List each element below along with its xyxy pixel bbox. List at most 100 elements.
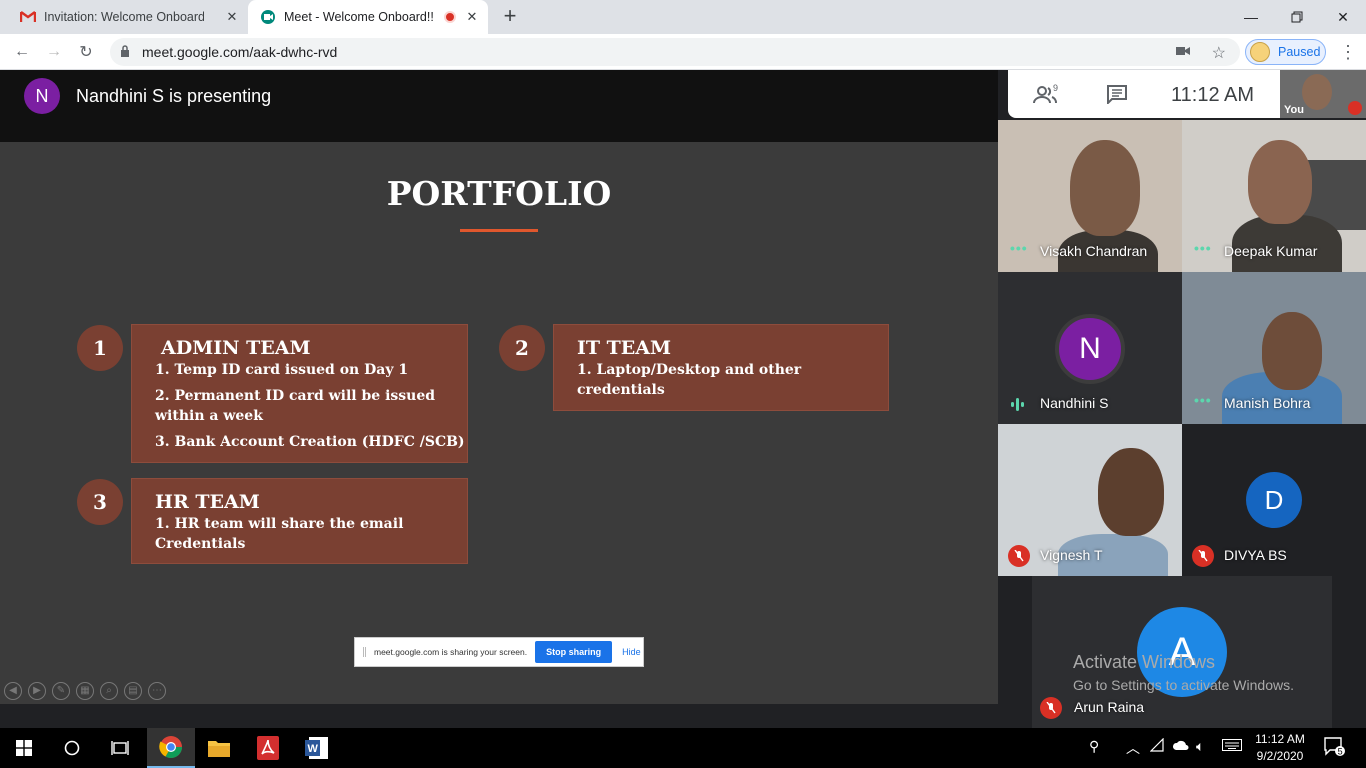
taskbar-time: 11:12 AM [1255, 732, 1305, 746]
notification-count: 5 [1338, 747, 1343, 757]
pen-icon[interactable]: ✎ [52, 682, 70, 700]
windows-start-icon[interactable] [0, 728, 48, 768]
zoom-icon[interactable]: ⌕ [100, 682, 118, 700]
chat-icon[interactable] [1106, 84, 1128, 104]
gmail-icon [20, 9, 36, 25]
it-team-box: IT TEAM 1. Laptop/Desktop and other cred… [553, 324, 889, 411]
self-label: You [1284, 104, 1304, 116]
meeting-clock: 11:12 AM [1171, 84, 1255, 106]
onedrive-icon[interactable] [1172, 738, 1190, 754]
presenter-bar: N Nandhini S is presenting [0, 70, 998, 142]
mic-off-icon [1348, 101, 1362, 115]
active-indicator-icon: ••• [1194, 392, 1212, 408]
next-slide-icon[interactable]: ▶ [28, 682, 46, 700]
section-number: 2 [499, 325, 545, 371]
section-item: 1. Laptop/Desktop and other [577, 362, 802, 378]
word-icon[interactable]: W [293, 728, 341, 768]
self-video [1302, 74, 1332, 110]
tab-gmail[interactable]: Invitation: Welcome Onboard!!! @ ✕ [8, 0, 248, 34]
camera-icon[interactable] [1176, 45, 1190, 57]
section-item: within a week [155, 408, 263, 424]
participant-name: Nandhini S [1040, 395, 1109, 411]
section-item: credentials [577, 382, 665, 398]
self-view-tile[interactable]: You [1280, 70, 1366, 118]
close-tab-icon[interactable]: ✕ [464, 9, 480, 25]
task-view-icon[interactable] [96, 728, 144, 768]
section-number: 3 [77, 479, 123, 525]
browser-toolbar: ← → ↻ meet.google.com/aak-dwhc-rvd ☆ Pau… [0, 34, 1366, 70]
acrobat-icon[interactable] [244, 728, 292, 768]
participant-video [1098, 448, 1164, 536]
tab-meet[interactable]: Meet - Welcome Onboard!!! ✕ [248, 0, 488, 34]
participant-name: Deepak Kumar [1224, 243, 1318, 259]
participant-avatar: N [1055, 314, 1125, 384]
participant-name: Arun Raina [1074, 699, 1145, 715]
section-item: 1. Temp ID card issued on Day 1 [155, 362, 409, 378]
participant-tile[interactable]: Vignesh T [998, 424, 1182, 576]
file-explorer-icon[interactable] [195, 728, 243, 768]
close-tab-icon[interactable]: ✕ [224, 9, 240, 25]
screen-share-bar: meet.google.com is sharing your screen. … [354, 637, 644, 667]
active-indicator-icon: ••• [1010, 240, 1028, 256]
profile-button[interactable]: Paused [1245, 39, 1326, 65]
share-message: meet.google.com is sharing your screen. [374, 647, 528, 657]
new-tab-button[interactable]: + [498, 5, 522, 29]
section-number: 1 [77, 325, 123, 371]
back-icon[interactable]: ← [10, 40, 34, 64]
forward-icon[interactable]: → [42, 40, 66, 64]
tab-title: Invitation: Welcome Onboard!!! @ [44, 10, 204, 24]
network-icon[interactable] [1149, 737, 1164, 755]
people-icon[interactable]: 9 [1032, 83, 1060, 105]
mic-off-icon [1008, 545, 1030, 567]
more-options-icon[interactable]: ⋯ [148, 682, 166, 700]
participant-name: Vignesh T [1040, 547, 1103, 563]
activate-windows-subtitle: Go to Settings to activate Windows. [1073, 677, 1294, 693]
section-heading: HR TEAM [155, 491, 260, 513]
restore-button[interactable] [1274, 0, 1320, 34]
reload-icon[interactable]: ↻ [74, 40, 98, 64]
previous-slide-icon[interactable]: ◀ [4, 682, 22, 700]
section-heading: IT TEAM [577, 337, 672, 359]
slide-title: PORTFOLIO [386, 174, 612, 213]
slides-grid-icon[interactable]: ▦ [76, 682, 94, 700]
hr-team-box: HR TEAM 1. HR team will share the email … [131, 478, 468, 564]
menu-icon[interactable]: ⋮ [1338, 42, 1358, 62]
hide-link[interactable]: Hide [622, 647, 641, 657]
svg-text:W: W [308, 743, 319, 755]
subtitles-icon[interactable]: ▤ [124, 682, 142, 700]
url-text: meet.google.com/aak-dwhc-rvd [142, 44, 338, 60]
taskbar-clock[interactable]: 11:12 AM 9/2/2020 [1248, 731, 1312, 765]
profile-status: Paused [1278, 45, 1321, 59]
participant-tile[interactable]: ••• Manish Bohra [1182, 272, 1366, 424]
participant-tile[interactable]: N Nandhini S [998, 272, 1182, 424]
volume-icon[interactable]: 🔈︎ [1196, 738, 1204, 755]
avatar [1250, 42, 1270, 62]
stop-sharing-button[interactable]: Stop sharing [535, 641, 613, 663]
tab-title: Meet - Welcome Onboard!!! [284, 10, 434, 24]
active-indicator-icon: ••• [1194, 240, 1212, 256]
mic-off-icon [1192, 545, 1214, 567]
participant-tile[interactable]: D DIVYA BS [1182, 424, 1366, 576]
recording-icon [444, 11, 456, 23]
bookmark-star-icon[interactable]: ☆ [1212, 43, 1226, 63]
notification-center-icon[interactable]: 5 [1324, 737, 1346, 760]
shared-slide: PORTFOLIO 1 ADMIN TEAM 1. Temp ID card i… [0, 142, 998, 704]
participant-name: DIVYA BS [1224, 547, 1287, 563]
participant-name: Visakh Chandran [1040, 243, 1148, 259]
section-item: 1. HR team will share the email [155, 516, 404, 532]
search-icon[interactable] [48, 728, 96, 768]
presenter-avatar: N [24, 78, 60, 114]
chrome-icon[interactable] [147, 728, 195, 768]
participant-tile[interactable]: ••• Visakh Chandran [998, 120, 1182, 272]
keyboard-icon[interactable] [1222, 738, 1242, 754]
people-tray-icon[interactable]: ⚲ [1089, 738, 1099, 755]
people-count: 9 [1053, 83, 1058, 93]
participant-video [1262, 312, 1322, 390]
minimize-button[interactable]: — [1228, 0, 1274, 34]
mic-off-icon [1040, 697, 1062, 719]
drag-handle-icon[interactable] [363, 647, 366, 657]
show-hidden-icons-icon[interactable]: ︿ [1126, 738, 1140, 758]
close-window-button[interactable]: ✕ [1320, 0, 1366, 34]
participant-tile[interactable]: ••• Deepak Kumar [1182, 120, 1366, 272]
address-bar[interactable]: meet.google.com/aak-dwhc-rvd ☆ [110, 38, 1240, 66]
